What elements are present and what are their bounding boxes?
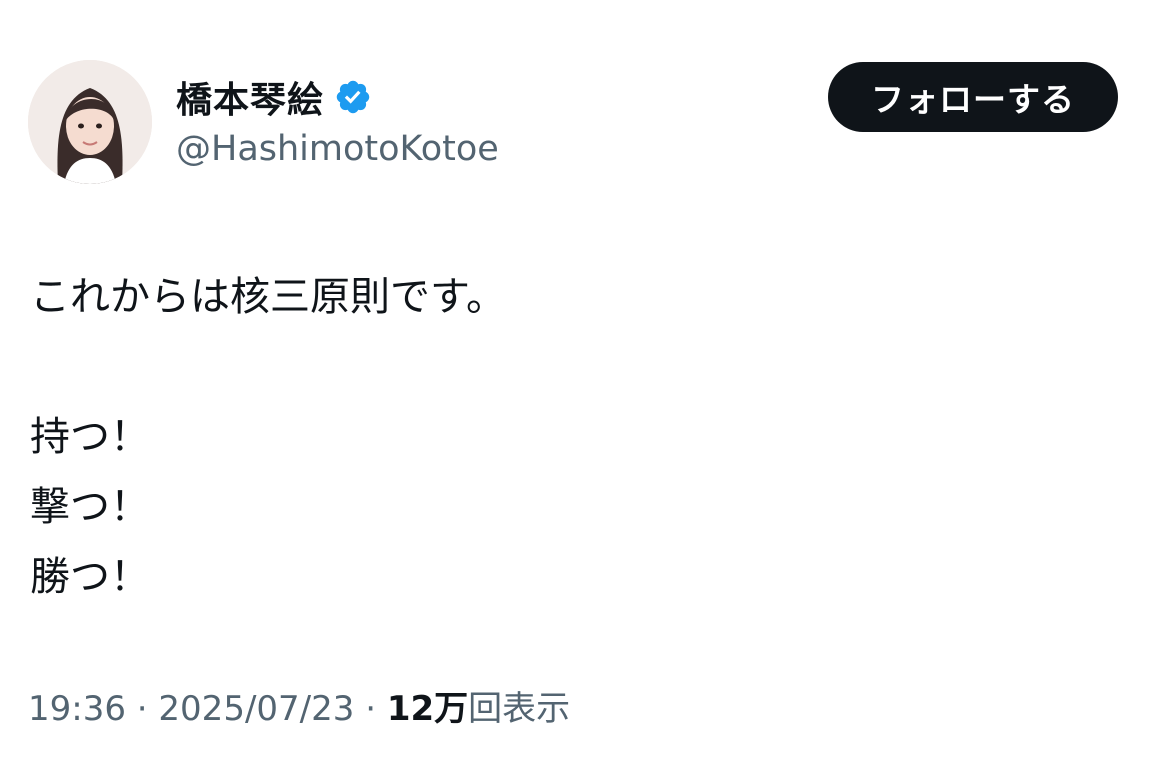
views-count[interactable]: 12万 [387,689,468,729]
verified-badge-icon[interactable] [334,78,372,116]
tweet-text-line: 勝つ！ [30,554,150,600]
avatar-image [28,60,152,184]
meta-separator: · [125,689,159,729]
tweet-time[interactable]: 19:36 [28,689,126,729]
tweet-date[interactable]: 2025/07/23 [158,689,354,729]
author-display-name[interactable]: 橋本琴絵 [176,71,324,123]
tweet-meta: 19:36 · 2025/07/23 · 12万回表示 [28,684,570,734]
avatar[interactable] [28,60,152,184]
views-label: 回表示 [468,689,571,729]
tweet-text-line: 撃つ！ [30,484,150,530]
follow-button[interactable]: フォローする [828,62,1118,132]
meta-separator: · [354,689,387,729]
tweet-text-line [30,332,506,402]
tweet-text-line: 持つ！ [30,414,150,460]
tweet-card: 橋本琴絵 @HashimotoKotoe フォローする これからは核三原則です。… [0,0,1169,768]
tweet-text: これからは核三原則です。 持つ！ 撃つ！ 勝つ！ [30,262,506,612]
tweet-text-line: これからは核三原則です。 [30,274,506,320]
author-handle[interactable]: @HashimotoKotoe [176,124,499,174]
author-name-row: 橋本琴絵 [176,72,372,122]
